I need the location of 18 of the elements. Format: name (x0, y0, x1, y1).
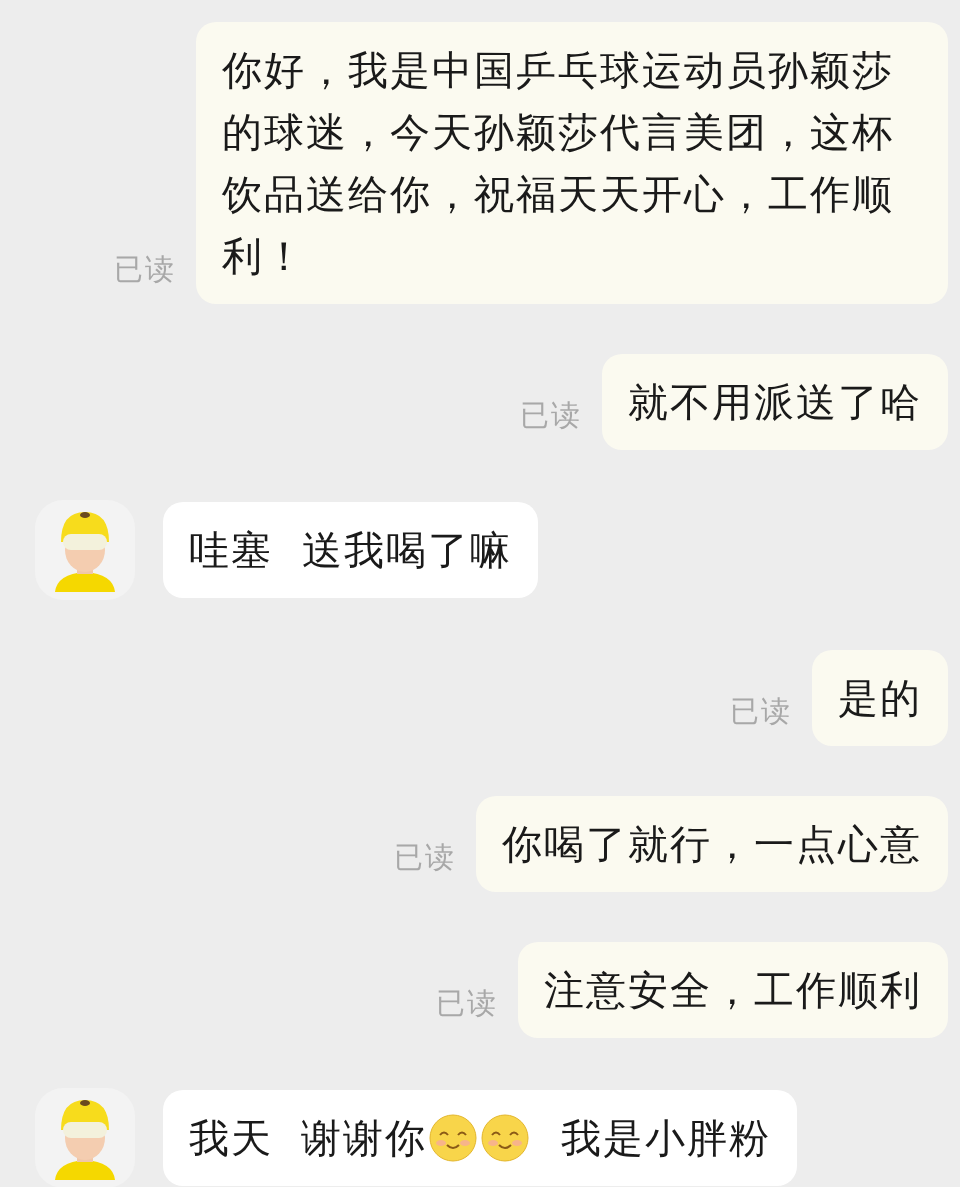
read-receipt: 已读 (114, 251, 176, 288)
smiley-icon (481, 1114, 529, 1162)
read-receipt: 已读 (436, 985, 498, 1022)
message-text: 你好，我是中国乒乓球运动员孙颖莎的球迷，今天孙颖莎代言美团，这杯饮品送给你，祝福天天开心，工作顺利！ (222, 46, 895, 281)
avatar[interactable] (35, 500, 135, 600)
read-receipt: 已读 (520, 397, 582, 434)
message-text: 就不用派送了哈 (628, 378, 922, 427)
smiley-icon (429, 1114, 477, 1162)
message-text: 我天 (189, 1114, 273, 1163)
message-text: 是的 (838, 674, 922, 723)
read-receipt: 已读 (730, 693, 792, 730)
message-text: 谢谢你 (301, 1114, 427, 1163)
avatar[interactable] (35, 1088, 135, 1187)
message-text: 你喝了就行，一点心意 (502, 820, 922, 869)
message-text: 我是小胖粉 (561, 1114, 771, 1163)
read-receipt: 已读 (394, 839, 456, 876)
message-text: 哇塞 送我喝了嘛 (189, 526, 513, 575)
message-text: 注意安全，工作顺利 (544, 966, 922, 1015)
